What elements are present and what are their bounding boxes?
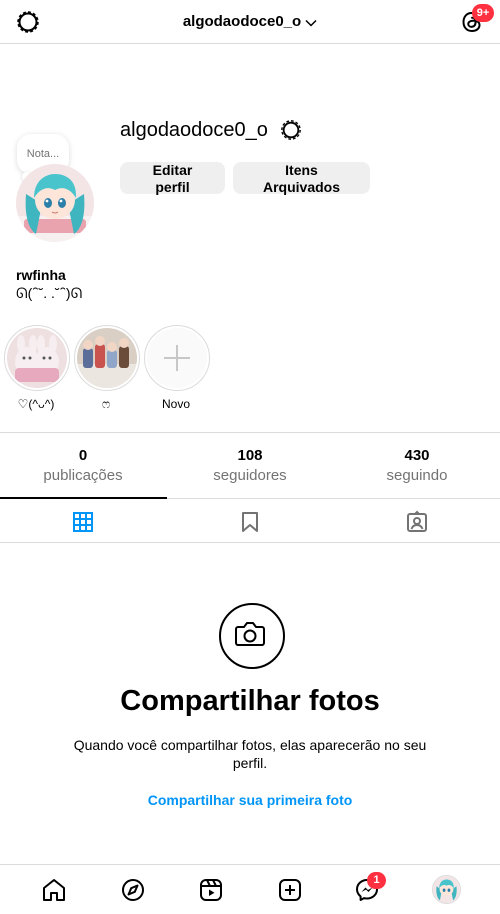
stat-label: seguidores [213,467,287,484]
archived-items-label: Itens Arquivados [262,162,340,195]
empty-state-description: Quando você compartilhar fotos, elas apa… [73,737,427,771]
bookmark-icon[interactable] [238,510,262,534]
stat-label: seguindo [386,467,448,484]
highlight-cover [4,325,70,391]
share-first-photo-link[interactable]: Compartilhar sua primeira foto [0,792,500,808]
home-icon[interactable] [41,877,67,903]
profile-avatar[interactable] [432,875,461,904]
create-icon[interactable] [277,877,303,903]
bottom-nav [0,864,500,914]
edit-profile-label: Editar perfil [152,162,193,195]
active-tab-indicator [0,497,167,499]
archived-items-button[interactable]: Itens Arquivados [233,162,370,195]
profile-username: algodaodoce0_o [120,119,268,141]
add-icon [144,325,210,391]
grid-icon[interactable] [71,510,95,534]
highlight-label: Novo [161,397,190,411]
highlight-cover [74,325,140,391]
camera-icon [219,603,285,669]
highlight-label: ♡(^ᴗ^) [17,397,55,411]
explore-icon[interactable] [120,877,146,903]
edit-profile-button[interactable]: Editar perfil [120,162,225,195]
highlight-item[interactable]: ♡(^ᴗ^) [4,325,70,411]
stat-value: 430 [404,447,430,464]
tagged-icon[interactable] [405,510,429,534]
highlight-label: ෆ [101,397,111,411]
full-name: rwfinha [16,267,66,283]
stat-posts: 0 publicações [0,447,166,484]
messages-badge: 1 [367,872,386,889]
stat-following[interactable]: 430 seguindo [334,447,500,484]
chevron-down-icon [305,14,317,31]
bio-text: ᘏ(ᐢ˘. .˘ᐢ)ᘏ [16,285,83,301]
stat-followers[interactable]: 108 seguidores [167,447,333,484]
stat-value: 0 [78,447,88,464]
stat-label: publicações [43,467,123,484]
profile-tabs [0,498,500,543]
highlight-item[interactable]: ෆ [74,325,140,412]
settings-icon[interactable] [280,119,302,146]
profile-stats: 0 publicações 108 seguidores 430 seguind… [0,432,500,498]
account-switcher[interactable]: algodaodoce0_o [0,13,500,31]
note-placeholder: Nota... [26,148,60,160]
stat-value: 108 [237,447,263,464]
notification-badge: 9+ [472,4,494,22]
empty-state-title: Compartilhar fotos [120,685,380,717]
reels-icon[interactable] [198,877,224,903]
top-bar: algodaodoce0_o 9+ [0,0,500,44]
new-highlight-button[interactable]: Novo [144,325,210,411]
profile-avatar[interactable] [16,164,94,242]
header-username: algodaodoce0_o [182,13,302,30]
